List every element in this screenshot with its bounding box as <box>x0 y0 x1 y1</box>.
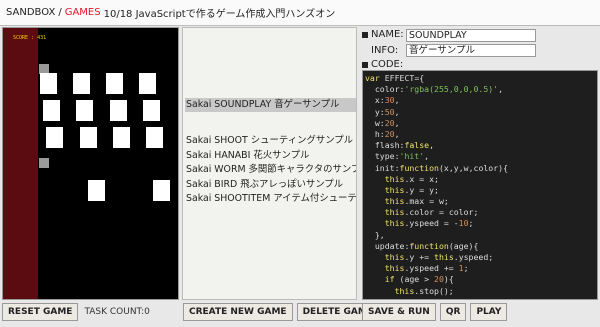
code-line[interactable]: update:function(age){ <box>365 241 595 252</box>
code-line[interactable]: type:'hit', <box>365 151 595 162</box>
note-block <box>143 100 160 121</box>
note-block <box>46 127 63 148</box>
list-item[interactable]: Sakai SHOOT シューティングサンプル <box>185 134 356 148</box>
code-line[interactable]: this.yspeed += 1; <box>365 263 595 274</box>
create-new-game-button[interactable]: CREATE NEW GAME <box>183 303 293 321</box>
code-line[interactable]: this.y += this.yspeed; <box>365 252 595 263</box>
code-line[interactable]: this.x = x; <box>365 174 595 185</box>
page-title: 10/18 JavaScriptで作るゲーム作成入門ハンズオン <box>103 9 336 20</box>
reset-game-button[interactable]: RESET GAME <box>2 303 79 321</box>
task-count: TASK COUNT:0 <box>84 307 150 317</box>
code-line[interactable]: }, <box>365 230 595 241</box>
code-line[interactable]: w:20, <box>365 118 595 129</box>
square-bullet-icon <box>362 61 368 68</box>
list-controls: CREATE NEW GAME DELETE GAME <box>183 303 379 321</box>
code-line[interactable]: } <box>365 297 595 299</box>
code-line[interactable]: h:20, <box>365 129 595 140</box>
note-block <box>113 127 130 148</box>
game-controls: RESET GAME TASK COUNT:0 <box>2 303 150 321</box>
save-run-button[interactable]: SAVE & RUN <box>362 303 436 321</box>
note-block <box>76 100 93 121</box>
name-row: NAME: <box>362 29 404 40</box>
list-item[interactable]: Sakai HANABI 花火サンプル <box>185 149 356 163</box>
gray-marker <box>39 158 49 168</box>
note-block <box>139 73 156 94</box>
info-label: INFO: <box>371 45 399 56</box>
note-block <box>146 127 163 148</box>
code-row: CODE: <box>362 59 403 70</box>
note-block <box>80 127 97 148</box>
info-row: INFO: <box>371 45 398 56</box>
note-block <box>110 100 127 121</box>
note-block <box>73 73 90 94</box>
code-line[interactable]: flash:false, <box>365 140 595 151</box>
note-block <box>88 180 105 201</box>
header-bar: SANDBOX / GAMES 10/18 JavaScriptで作るゲーム作成… <box>0 0 600 26</box>
breadcrumb-root[interactable]: SANDBOX <box>6 7 55 18</box>
play-button[interactable]: PLAY <box>470 303 508 321</box>
game-list-panel: Sakai SOUNDPLAY 音ゲーサンプル Sakai SHOOT シューテ… <box>182 27 357 300</box>
code-editor[interactable]: var EFFECT={ color:'rgba(255,0,0,0.5)', … <box>362 70 598 300</box>
code-label: CODE: <box>371 59 404 70</box>
note-block <box>106 73 123 94</box>
square-bullet-icon <box>362 31 368 38</box>
code-line[interactable]: var EFFECT={ <box>365 73 595 84</box>
note-block <box>43 100 60 121</box>
code-line[interactable]: this.y = y; <box>365 185 595 196</box>
name-label: NAME: <box>371 29 404 40</box>
code-line[interactable]: y:50, <box>365 107 595 118</box>
game-list: Sakai SOUNDPLAY 音ゲーサンプル Sakai SHOOT シューテ… <box>185 98 356 206</box>
code-line[interactable]: if (age > 20){ <box>365 274 595 285</box>
editor-controls: SAVE & RUN QR PLAY <box>362 303 508 321</box>
game-lane-strip <box>3 28 38 299</box>
code-line[interactable]: this.max = w; <box>365 196 595 207</box>
name-field[interactable]: SOUNDPLAY <box>406 29 536 42</box>
note-block <box>153 180 170 201</box>
code-line[interactable]: init:function(x,y,w,color){ <box>365 163 595 174</box>
code-line[interactable]: color:'rgba(255,0,0,0.5)', <box>365 84 595 95</box>
note-block <box>40 73 57 94</box>
breadcrumb-games[interactable]: GAMES <box>65 7 101 18</box>
code-line[interactable]: this.yspeed = -10; <box>365 218 595 229</box>
code-line[interactable]: this.color = color; <box>365 207 595 218</box>
game-canvas[interactable]: SCORE : 431 <box>2 27 179 300</box>
code-line[interactable]: x:30, <box>365 95 595 106</box>
qr-button[interactable]: QR <box>439 303 467 321</box>
score-display: SCORE : 431 <box>13 35 47 41</box>
list-item[interactable]: Sakai SOUNDPLAY 音ゲーサンプル <box>185 98 356 113</box>
breadcrumb-separator: / <box>58 7 62 18</box>
list-item[interactable]: Sakai SHOOTITEM アイテム付シューティング <box>185 192 356 206</box>
code-line[interactable]: this.stop(); <box>365 286 595 297</box>
list-item[interactable]: Sakai WORM 多関節キャラクタのサンプル <box>185 163 356 177</box>
info-field[interactable]: 音ゲーサンプル <box>406 44 536 57</box>
list-item[interactable]: Sakai BIRD 飛ぶアレっぽいサンプル <box>185 178 356 192</box>
